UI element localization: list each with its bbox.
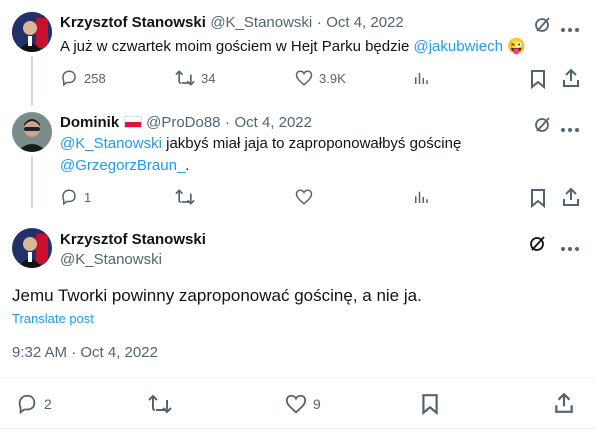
avatar[interactable] [12, 228, 52, 268]
divider [0, 428, 597, 429]
like-count: 9 [313, 396, 321, 412]
heart-icon [295, 189, 313, 205]
retweet-icon [148, 394, 172, 414]
mention-link[interactable]: @GrzegorzBraun_ [60, 157, 185, 174]
reply-count: 1 [84, 189, 92, 205]
reply-button[interactable]: 2 [16, 393, 52, 415]
bookmark-icon[interactable] [529, 69, 547, 94]
post-timestamp[interactable]: 9:32 AM · Oct 4, 2022 [12, 344, 158, 361]
tweet-header: Krzysztof Stanowski @K_Stanowski · Oct 4… [60, 14, 404, 32]
tweet-header: Dominik @ProDo88 · Oct 4, 2022 [60, 114, 312, 132]
mention-link[interactable]: @K_Stanowski [60, 135, 162, 152]
tweet-text: A już w czwartek moim gościem w Hejt Par… [60, 37, 526, 57]
reply-button[interactable]: 1 [60, 188, 91, 206]
grok-icon[interactable] [533, 14, 553, 39]
analytics-icon [415, 72, 428, 84]
reply-count: 258 [84, 70, 106, 86]
thread-line [31, 156, 33, 208]
tweet-body-end: . [185, 157, 190, 174]
more-icon[interactable] [560, 120, 580, 138]
share-icon[interactable] [561, 187, 581, 212]
bookmark-icon[interactable] [420, 393, 440, 420]
bookmark-icon[interactable] [529, 188, 547, 213]
tweet-body: A już w czwartek moim gościem w Hejt Par… [60, 38, 410, 55]
retweet-button[interactable]: 34 [175, 69, 215, 87]
analytics-icon [415, 191, 428, 203]
display-name[interactable]: Dominik [60, 114, 119, 131]
avatar[interactable] [12, 12, 52, 52]
retweet-button[interactable] [148, 393, 172, 415]
retweet-button[interactable] [175, 188, 195, 206]
more-icon[interactable] [560, 239, 580, 257]
tweet-text: @K_Stanowski jakbyś miał jaja to zapropo… [60, 134, 560, 176]
display-name[interactable]: Krzysztof Stanowski [60, 231, 206, 248]
poland-flag-icon [123, 116, 142, 128]
like-button[interactable]: 9 [285, 393, 321, 415]
tweet-body: jakbyś miał jaja to zaproponowałbyś gośc… [166, 135, 462, 152]
separator: · [224, 114, 230, 131]
tweet-text: Jemu Tworki powinny zaproponować gościnę… [12, 286, 422, 305]
retweet-count: 34 [201, 70, 216, 86]
divider [0, 377, 597, 378]
mention-link[interactable]: @jakubwiech [413, 38, 502, 55]
handle[interactable]: @ProDo88 [146, 114, 220, 131]
handle[interactable]: @K_Stanowski [60, 251, 162, 268]
heart-icon [295, 70, 313, 86]
separator: · [316, 14, 322, 31]
like-button[interactable] [295, 188, 313, 206]
reply-icon [18, 394, 36, 415]
reply-count: 2 [44, 396, 52, 412]
tweet-date[interactable]: Oct 4, 2022 [326, 14, 404, 31]
more-icon[interactable] [560, 20, 580, 38]
heart-icon [285, 394, 307, 414]
display-name[interactable]: Krzysztof Stanowski [60, 14, 206, 31]
translate-link[interactable]: Translate post [12, 311, 94, 326]
handle[interactable]: @K_Stanowski [210, 14, 312, 31]
views-button[interactable] [412, 188, 430, 206]
like-count: 3.9K [319, 70, 346, 86]
like-button[interactable]: 3.9K [295, 69, 346, 87]
reply-button[interactable]: 258 [60, 69, 106, 87]
retweet-icon [175, 189, 195, 205]
avatar[interactable] [12, 112, 52, 152]
retweet-icon [175, 70, 195, 86]
reply-icon [62, 189, 76, 206]
grok-icon[interactable] [528, 233, 548, 258]
thread-line [31, 56, 33, 106]
views-button[interactable] [412, 69, 430, 87]
tweet-date[interactable]: Oct 4, 2022 [234, 114, 312, 131]
reply-icon [62, 70, 76, 87]
share-icon[interactable] [561, 68, 581, 93]
emoji: 😜 [507, 38, 526, 55]
share-icon[interactable] [553, 392, 575, 419]
